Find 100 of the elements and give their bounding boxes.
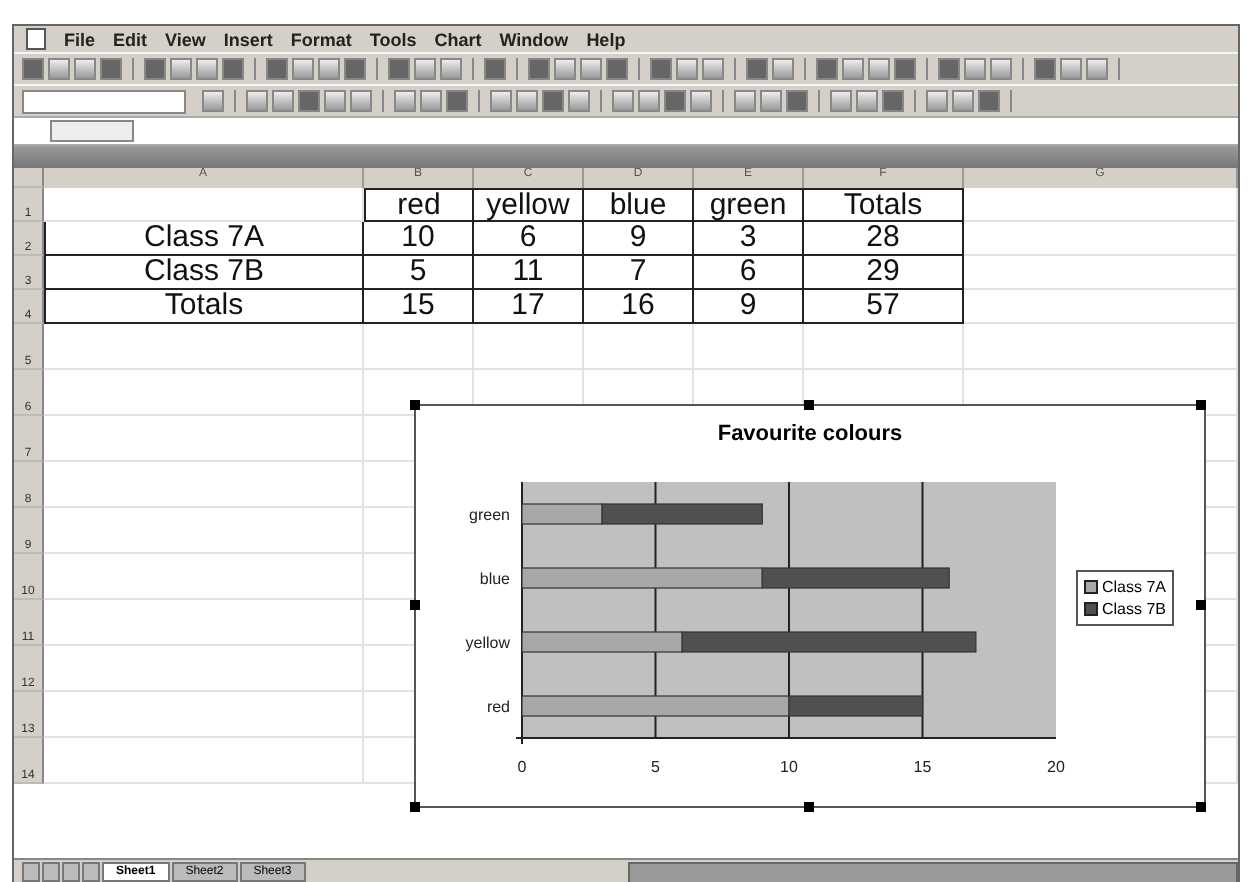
toolbar-button[interactable] bbox=[414, 58, 436, 80]
toolbar-button[interactable] bbox=[786, 90, 808, 112]
resize-handle[interactable] bbox=[410, 400, 420, 410]
menu-item[interactable]: Edit bbox=[113, 29, 148, 49]
menu-item[interactable]: Window bbox=[499, 29, 569, 49]
toolbar-button[interactable] bbox=[516, 90, 538, 112]
grid-cell bbox=[364, 324, 474, 370]
toolbar-button[interactable] bbox=[484, 58, 506, 80]
resize-handle[interactable] bbox=[410, 802, 420, 812]
toolbar-button[interactable] bbox=[990, 58, 1012, 80]
toolbar-button[interactable] bbox=[772, 58, 794, 80]
toolbar-button[interactable] bbox=[344, 58, 366, 80]
toolbar-button[interactable] bbox=[664, 90, 686, 112]
toolbar-button[interactable] bbox=[350, 90, 372, 112]
toolbar-button[interactable] bbox=[48, 58, 70, 80]
toolbar-button[interactable] bbox=[580, 58, 602, 80]
toolbar-button[interactable] bbox=[446, 90, 468, 112]
menu-item[interactable]: Help bbox=[586, 29, 626, 49]
menu-item[interactable]: Insert bbox=[223, 29, 273, 49]
toolbar-button[interactable] bbox=[266, 58, 288, 80]
resize-handle[interactable] bbox=[1196, 802, 1206, 812]
resize-handle[interactable] bbox=[1196, 400, 1206, 410]
toolbar-button[interactable] bbox=[734, 90, 756, 112]
toolbar-button[interactable] bbox=[638, 90, 660, 112]
toolbar-button[interactable] bbox=[170, 58, 192, 80]
category-label: blue bbox=[479, 570, 510, 588]
table-cell: yellow bbox=[474, 188, 584, 222]
toolbar-button[interactable] bbox=[420, 90, 442, 112]
toolbar-button[interactable] bbox=[196, 58, 218, 80]
menu-item[interactable]: View bbox=[165, 29, 206, 49]
toolbar-button[interactable] bbox=[978, 90, 1000, 112]
table-cell: 3 bbox=[694, 222, 804, 256]
toolbar-button[interactable] bbox=[222, 58, 244, 80]
toolbar-button[interactable] bbox=[388, 58, 410, 80]
toolbar-button[interactable] bbox=[830, 90, 852, 112]
font-dropdown[interactable] bbox=[22, 89, 186, 113]
toolbar-button[interactable] bbox=[676, 58, 698, 80]
table-cell: 57 bbox=[804, 290, 964, 324]
toolbar-button[interactable] bbox=[856, 90, 878, 112]
toolbar-button[interactable] bbox=[952, 90, 974, 112]
select-all-button[interactable] bbox=[14, 168, 44, 188]
table-cell: Class 7A bbox=[44, 222, 364, 256]
toolbar-button[interactable] bbox=[542, 90, 564, 112]
toolbar-button[interactable] bbox=[1060, 58, 1082, 80]
toolbar-button[interactable] bbox=[440, 58, 462, 80]
toolbar-button[interactable] bbox=[144, 58, 166, 80]
toolbar-button[interactable] bbox=[842, 58, 864, 80]
toolbar-button[interactable] bbox=[816, 58, 838, 80]
document-icon[interactable] bbox=[26, 28, 46, 50]
toolbar-button[interactable] bbox=[650, 58, 672, 80]
menu-item[interactable]: Chart bbox=[434, 29, 482, 49]
toolbar-button[interactable] bbox=[894, 58, 916, 80]
toolbar-button[interactable] bbox=[690, 90, 712, 112]
toolbar-button[interactable] bbox=[1086, 58, 1108, 80]
toolbar-button[interactable] bbox=[702, 58, 724, 80]
toolbar-button[interactable] bbox=[246, 90, 268, 112]
resize-handle[interactable] bbox=[1196, 600, 1206, 610]
toolbar-button[interactable] bbox=[318, 58, 340, 80]
table-cell: 16 bbox=[584, 290, 694, 324]
toolbar-button[interactable] bbox=[1034, 58, 1056, 80]
toolbar-button[interactable] bbox=[324, 90, 346, 112]
toolbar-button[interactable] bbox=[74, 58, 96, 80]
menu-item[interactable]: File bbox=[64, 29, 96, 49]
name-box[interactable] bbox=[50, 120, 134, 142]
toolbar-button[interactable] bbox=[298, 90, 320, 112]
toolbar-button[interactable] bbox=[868, 58, 890, 80]
toolbar-button[interactable] bbox=[926, 90, 948, 112]
axis-tick-label: 0 bbox=[517, 758, 527, 776]
toolbar-button[interactable] bbox=[612, 90, 634, 112]
toolbar-button[interactable] bbox=[938, 58, 960, 80]
toolbar-button[interactable] bbox=[394, 90, 416, 112]
table-cell: red bbox=[364, 188, 474, 222]
menu-item[interactable]: Tools bbox=[369, 29, 417, 49]
table-cell: 15 bbox=[364, 290, 474, 324]
toolbar-button[interactable] bbox=[606, 58, 628, 80]
toolbar-button[interactable] bbox=[272, 90, 294, 112]
toolbar-button[interactable] bbox=[554, 58, 576, 80]
table-cell: 6 bbox=[474, 222, 584, 256]
category-label: yellow bbox=[465, 634, 510, 652]
resize-handle[interactable] bbox=[804, 400, 814, 410]
menu-item[interactable]: Format bbox=[290, 29, 352, 49]
category-label: red bbox=[486, 698, 510, 716]
toolbar-button[interactable] bbox=[490, 90, 512, 112]
resize-handle[interactable] bbox=[410, 600, 420, 610]
toolbar-button[interactable] bbox=[292, 58, 314, 80]
table-cell: 17 bbox=[474, 290, 584, 324]
toolbar-button[interactable] bbox=[528, 58, 550, 80]
toolbar-button[interactable] bbox=[964, 58, 986, 80]
toolbar-button[interactable] bbox=[100, 58, 122, 80]
toolbar-button[interactable] bbox=[568, 90, 590, 112]
horizontal-scrollbar[interactable] bbox=[627, 861, 1238, 882]
toolbar-button[interactable] bbox=[22, 58, 44, 80]
toolbar-button[interactable] bbox=[202, 90, 224, 112]
toolbar-button[interactable] bbox=[882, 90, 904, 112]
table-cell: 6 bbox=[694, 256, 804, 290]
toolbar-button[interactable] bbox=[746, 58, 768, 80]
resize-handle[interactable] bbox=[804, 802, 814, 812]
table-cell: 11 bbox=[474, 256, 584, 290]
table-cell: 7 bbox=[584, 256, 694, 290]
toolbar-button[interactable] bbox=[760, 90, 782, 112]
